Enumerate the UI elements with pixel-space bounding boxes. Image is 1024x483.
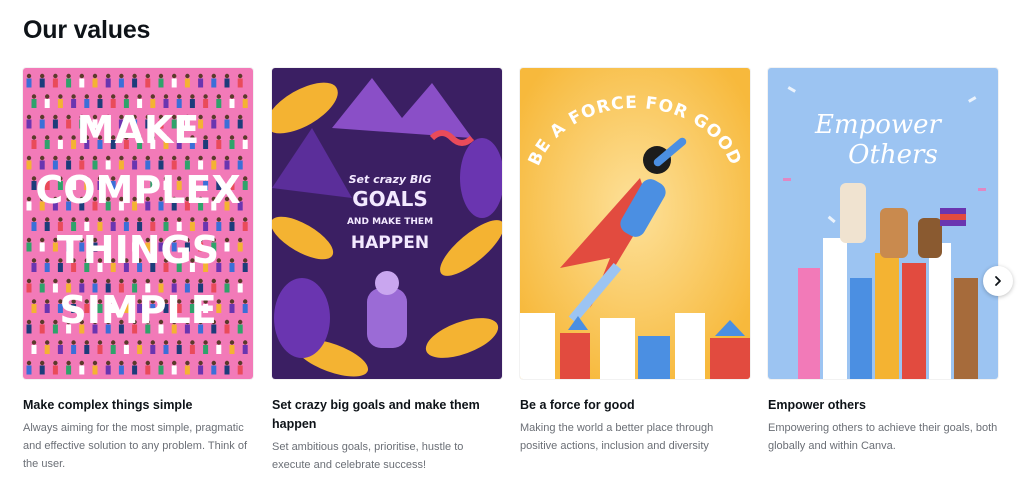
card-title: Be a force for good [520, 398, 635, 412]
section-title: Our values [23, 16, 151, 44]
card-description: Always aiming for the most simple, pragm… [23, 422, 248, 470]
value-card-simple[interactable]: MAKE COMPLEX THINGS SIMPLE Make complex … [23, 68, 253, 473]
value-card-empower[interactable]: Empower Others Empower others Empowering… [768, 68, 998, 455]
svg-text:Empower: Empower [814, 110, 943, 140]
card-title: Make complex things simple [23, 398, 193, 412]
poster-image-goals: Set crazy BIG GOALS AND MAKE THEM HAPPEN [272, 68, 502, 379]
svg-text:THINGS: THINGS [57, 228, 219, 272]
svg-text:AND MAKE THEM: AND MAKE THEM [347, 217, 433, 227]
poster-image-good: BE A FORCE FOR GOOD [520, 68, 750, 379]
svg-text:COMPLEX: COMPLEX [35, 168, 240, 212]
svg-text:GOALS: GOALS [352, 187, 428, 211]
chevron-right-icon [995, 276, 1001, 286]
value-card-good[interactable]: BE A FORCE FOR GOOD Be a force for good … [520, 68, 750, 455]
card-title: Empower others [768, 398, 866, 412]
poster-image-simple: MAKE COMPLEX THINGS SIMPLE [23, 68, 253, 379]
card-description: Empowering others to achieve their goals… [768, 422, 998, 452]
value-card-goals[interactable]: Set crazy BIG GOALS AND MAKE THEM HAPPEN… [272, 68, 502, 474]
svg-text:SIMPLE: SIMPLE [59, 288, 216, 332]
svg-text:Others: Others [848, 140, 938, 170]
carousel-next-button[interactable] [983, 266, 1013, 296]
card-description: Set ambitious goals, prioritise, hustle … [272, 441, 464, 471]
poster-image-empower: Empower Others [768, 68, 998, 379]
svg-text:HAPPEN: HAPPEN [351, 233, 429, 253]
card-description: Making the world a better place through … [520, 422, 714, 452]
card-title: Set crazy big goals and make them happen [272, 398, 480, 431]
svg-text:Set crazy BIG: Set crazy BIG [349, 173, 432, 186]
svg-text:MAKE: MAKE [77, 108, 200, 152]
